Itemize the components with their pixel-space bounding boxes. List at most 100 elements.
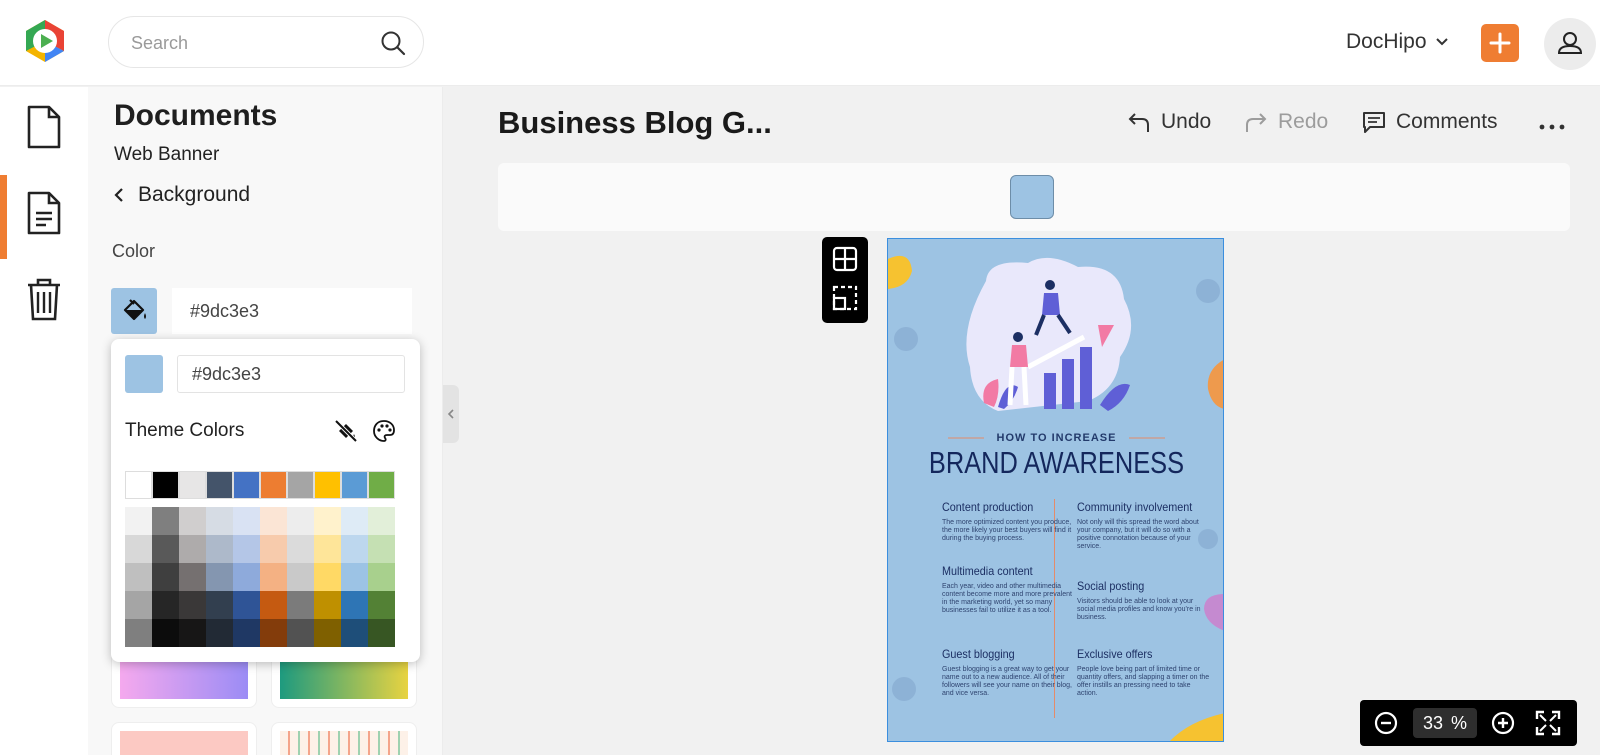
theme-color-swatch[interactable] xyxy=(368,471,395,499)
shade-color-swatch[interactable] xyxy=(260,619,287,647)
shade-color-swatch[interactable] xyxy=(233,563,260,591)
pattern-swatch-floral-light[interactable] xyxy=(271,722,417,755)
theme-color-swatch[interactable] xyxy=(179,471,206,499)
document-icon xyxy=(27,191,61,235)
color-fill-button[interactable] xyxy=(111,288,157,334)
shade-color-swatch[interactable] xyxy=(314,591,341,619)
more-options-icon[interactable] xyxy=(1535,110,1569,140)
shade-color-swatch[interactable] xyxy=(152,535,179,563)
shade-color-swatch[interactable] xyxy=(179,591,206,619)
section-heading: Community involvement xyxy=(1077,500,1193,514)
shade-color-swatch[interactable] xyxy=(287,535,314,563)
avatar[interactable] xyxy=(1544,18,1596,70)
shade-color-swatch[interactable] xyxy=(287,591,314,619)
shade-color-swatch[interactable] xyxy=(260,563,287,591)
add-new-button[interactable] xyxy=(1481,24,1519,62)
shade-color-swatch[interactable] xyxy=(152,563,179,591)
zoom-in-icon[interactable] xyxy=(1490,710,1516,736)
shade-color-swatch[interactable] xyxy=(341,619,368,647)
zoom-level[interactable]: 33 % xyxy=(1413,708,1477,738)
shade-color-swatch[interactable] xyxy=(233,535,260,563)
shade-color-swatch[interactable] xyxy=(341,507,368,535)
shade-color-swatch[interactable] xyxy=(125,591,152,619)
fullscreen-icon[interactable] xyxy=(1535,710,1561,736)
shade-color-swatch[interactable] xyxy=(206,535,233,563)
theme-color-swatch[interactable] xyxy=(287,471,314,499)
theme-color-swatch[interactable] xyxy=(341,471,368,499)
shade-color-swatch[interactable] xyxy=(314,507,341,535)
shade-color-swatch[interactable] xyxy=(206,619,233,647)
shade-color-swatch[interactable] xyxy=(233,507,260,535)
shade-color-swatch[interactable] xyxy=(287,619,314,647)
theme-color-swatch[interactable] xyxy=(260,471,287,499)
design-canvas[interactable]: HOW TO INCREASE BRAND AWARENESS Content … xyxy=(887,238,1224,742)
shade-color-swatch[interactable] xyxy=(206,563,233,591)
shade-color-swatch[interactable] xyxy=(287,507,314,535)
shade-color-swatch[interactable] xyxy=(368,507,395,535)
shade-color-swatch[interactable] xyxy=(368,563,395,591)
no-fill-icon[interactable] xyxy=(333,418,359,444)
grid-layout-icon[interactable] xyxy=(832,246,858,272)
shade-color-swatch[interactable] xyxy=(368,591,395,619)
shade-color-swatch[interactable] xyxy=(341,563,368,591)
shade-color-swatch[interactable] xyxy=(152,507,179,535)
theme-color-swatch[interactable] xyxy=(206,471,233,499)
theme-color-swatch[interactable] xyxy=(125,471,152,499)
design-headline: BRAND AWARENESS xyxy=(928,445,1185,480)
theme-color-swatch[interactable] xyxy=(314,471,341,499)
shade-color-swatch[interactable] xyxy=(206,591,233,619)
dochipo-logo[interactable] xyxy=(22,18,68,64)
shade-color-swatch[interactable] xyxy=(233,619,260,647)
theme-color-swatch[interactable] xyxy=(152,471,179,499)
account-menu[interactable]: DocHipo xyxy=(1346,26,1449,58)
zoom-out-icon[interactable] xyxy=(1373,710,1399,736)
shade-color-swatch[interactable] xyxy=(206,507,233,535)
shade-color-swatch[interactable] xyxy=(314,563,341,591)
design-section-multimedia-content: Multimedia content Each year, video and … xyxy=(942,564,1078,615)
back-to-background[interactable]: Background xyxy=(114,183,250,207)
redo-button[interactable]: Redo xyxy=(1244,110,1328,134)
chevron-left-icon xyxy=(447,409,454,419)
rail-item-documents[interactable] xyxy=(0,173,88,259)
search-input[interactable] xyxy=(131,30,361,56)
design-section-social-posting: Social posting Visitors should be able t… xyxy=(1077,579,1213,622)
shade-color-swatch[interactable] xyxy=(314,535,341,563)
picker-hex-input[interactable] xyxy=(177,355,405,393)
theme-color-swatch[interactable] xyxy=(233,471,260,499)
palette-icon[interactable] xyxy=(371,418,397,444)
shade-color-swatch[interactable] xyxy=(341,591,368,619)
shade-color-swatch[interactable] xyxy=(260,507,287,535)
shade-color-swatch[interactable] xyxy=(125,507,152,535)
shade-color-swatch[interactable] xyxy=(341,535,368,563)
undo-button[interactable]: Undo xyxy=(1127,110,1211,134)
shade-color-swatch[interactable] xyxy=(314,619,341,647)
shade-color-swatch[interactable] xyxy=(125,535,152,563)
shade-color-swatch[interactable] xyxy=(179,535,206,563)
redo-icon xyxy=(1246,113,1267,132)
shade-color-swatch[interactable] xyxy=(179,563,206,591)
shade-color-swatch[interactable] xyxy=(125,563,152,591)
search-icon[interactable] xyxy=(379,29,407,57)
shade-color-swatch[interactable] xyxy=(260,535,287,563)
rail-item-new-document[interactable] xyxy=(0,87,88,171)
pattern-swatch-floral-pink[interactable] xyxy=(111,722,257,755)
shade-color-swatch[interactable] xyxy=(125,619,152,647)
shade-color-swatch[interactable] xyxy=(368,619,395,647)
shade-color-swatch[interactable] xyxy=(179,507,206,535)
color-picker-popover: Theme Colors xyxy=(111,339,420,662)
background-color-swatch[interactable] xyxy=(1010,175,1054,219)
shade-color-swatch[interactable] xyxy=(368,535,395,563)
background-color-hex-field[interactable] xyxy=(172,288,412,334)
collapse-panel-handle[interactable] xyxy=(443,385,459,443)
shade-color-swatch[interactable] xyxy=(287,563,314,591)
shade-color-swatch[interactable] xyxy=(260,591,287,619)
shade-color-swatch[interactable] xyxy=(233,591,260,619)
comments-button[interactable]: Comments xyxy=(1362,110,1498,134)
shade-color-swatch[interactable] xyxy=(152,619,179,647)
shade-color-swatch[interactable] xyxy=(152,591,179,619)
rail-item-trash[interactable] xyxy=(0,259,88,343)
user-icon xyxy=(1557,32,1583,54)
select-area-icon[interactable] xyxy=(832,285,858,311)
document-title[interactable]: Business Blog G... xyxy=(498,105,772,141)
shade-color-swatch[interactable] xyxy=(179,619,206,647)
